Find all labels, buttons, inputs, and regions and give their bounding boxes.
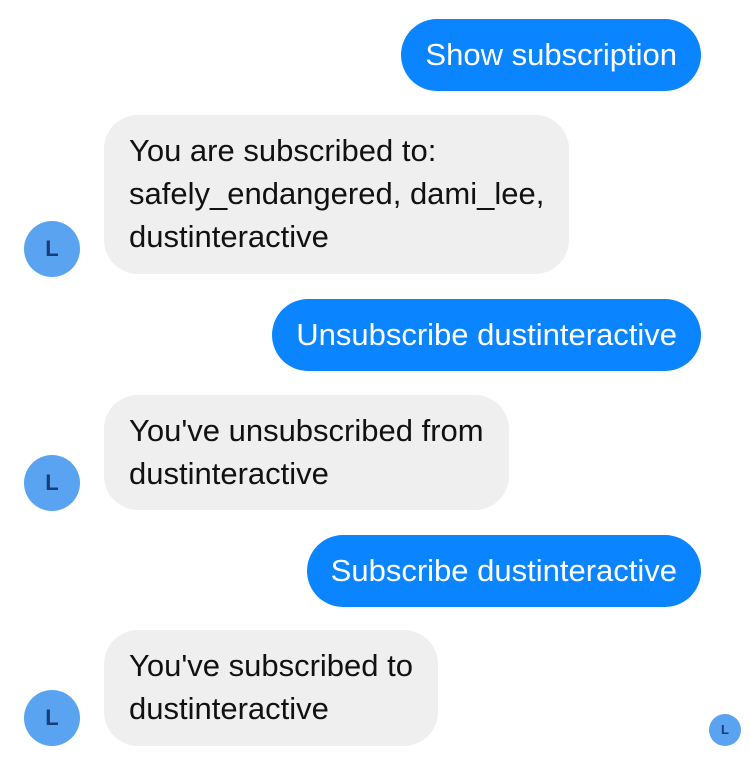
incoming-message-bubble[interactable]: You are subscribed to: safely_endangered… bbox=[104, 115, 570, 274]
bot-avatar[interactable]: L bbox=[24, 221, 80, 277]
incoming-message-bubble[interactable]: You've subscribed to dustinteractive bbox=[104, 630, 438, 746]
outgoing-message-bubble[interactable]: Unsubscribe dustinteractive bbox=[272, 299, 701, 371]
outgoing-message-bubble[interactable]: Show subscription bbox=[401, 19, 701, 91]
bot-avatar[interactable]: L bbox=[24, 455, 80, 511]
outgoing-message-bubble[interactable]: Subscribe dustinteractive bbox=[306, 535, 701, 607]
read-receipt-avatar: L bbox=[709, 714, 741, 746]
bot-avatar[interactable]: L bbox=[24, 690, 80, 746]
incoming-message-bubble[interactable]: You've unsubscribed from dustinteractive bbox=[104, 395, 509, 510]
